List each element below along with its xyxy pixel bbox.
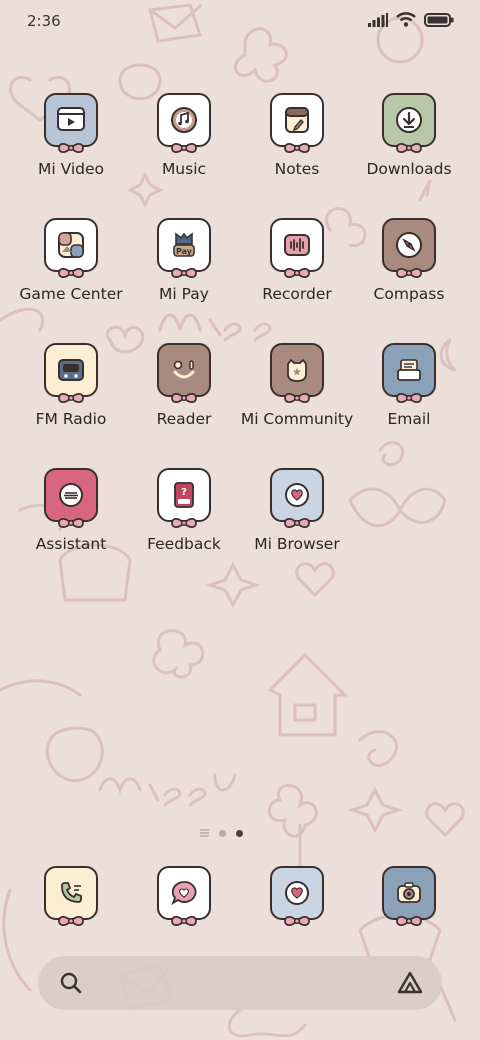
svg-text:?: ? (181, 487, 187, 498)
app-label: Notes (274, 160, 320, 178)
app-label: Downloads (366, 160, 452, 178)
app-downloads[interactable]: Downloads (352, 93, 466, 178)
app-game-center[interactable]: Game Center (14, 218, 128, 303)
assistant-icon (44, 468, 98, 529)
browser-icon (270, 468, 324, 529)
assistant-shortcut-icon[interactable] (396, 970, 424, 996)
dock-phone[interactable] (44, 866, 98, 927)
search-icon[interactable] (58, 970, 84, 996)
video-icon (44, 93, 98, 154)
page-dot (219, 829, 226, 837)
dock-messaging[interactable] (157, 866, 211, 927)
dock-browser[interactable] (270, 866, 324, 927)
notes-icon (270, 93, 324, 154)
svg-text:Pay: Pay (176, 247, 193, 256)
status-time: 2:36 (27, 12, 61, 30)
dock-camera[interactable] (382, 866, 436, 927)
page-list-icon (200, 829, 209, 837)
camera-icon (382, 866, 436, 927)
music-icon (157, 93, 211, 154)
app-notes[interactable]: Notes (240, 93, 354, 178)
battery-icon (424, 12, 454, 27)
app-music[interactable]: Music (127, 93, 241, 178)
app-mi-community[interactable]: Mi Community (240, 343, 354, 428)
email-icon (382, 343, 436, 404)
app-fm-radio[interactable]: FM Radio (14, 343, 128, 428)
phone-icon (44, 866, 98, 927)
download-icon (382, 93, 436, 154)
feedback-icon: ? (157, 468, 211, 529)
radio-icon (44, 343, 98, 404)
community-icon (270, 343, 324, 404)
app-mi-video[interactable]: Mi Video (14, 93, 128, 178)
mi-pay-icon: Pay (157, 218, 211, 279)
app-label: Game Center (19, 285, 123, 303)
app-label: Recorder (262, 285, 332, 303)
wifi-icon (396, 12, 416, 27)
status-bar: 2:36 (0, 0, 480, 44)
app-label: Mi Community (240, 410, 354, 428)
page-indicator[interactable] (200, 829, 243, 837)
app-label: Music (161, 160, 207, 178)
app-label: Compass (373, 285, 445, 303)
recorder-icon (270, 218, 324, 279)
app-recorder[interactable]: Recorder (240, 218, 354, 303)
app-label: Mi Browser (254, 535, 340, 553)
app-label: Feedback (147, 535, 221, 553)
app-reader[interactable]: Reader (127, 343, 241, 428)
compass-icon (382, 218, 436, 279)
game-center-icon (44, 218, 98, 279)
page-dot-active (236, 829, 243, 837)
reader-icon (157, 343, 211, 404)
search-bar[interactable] (38, 956, 442, 1010)
app-label: Assistant (35, 535, 107, 553)
app-assistant[interactable]: Assistant (14, 468, 128, 553)
signal-icon (368, 12, 388, 27)
app-mi-pay[interactable]: Pay Mi Pay (127, 218, 241, 303)
message-icon (157, 866, 211, 927)
app-email[interactable]: Email (352, 343, 466, 428)
app-label: Mi Video (37, 160, 105, 178)
app-label: Mi Pay (159, 285, 209, 303)
app-label: Email (387, 410, 431, 428)
browser-icon (270, 866, 324, 927)
app-compass[interactable]: Compass (352, 218, 466, 303)
app-feedback[interactable]: ? Feedback (127, 468, 241, 553)
app-label: Reader (156, 410, 212, 428)
app-mi-browser[interactable]: Mi Browser (240, 468, 354, 553)
app-label: FM Radio (35, 410, 107, 428)
